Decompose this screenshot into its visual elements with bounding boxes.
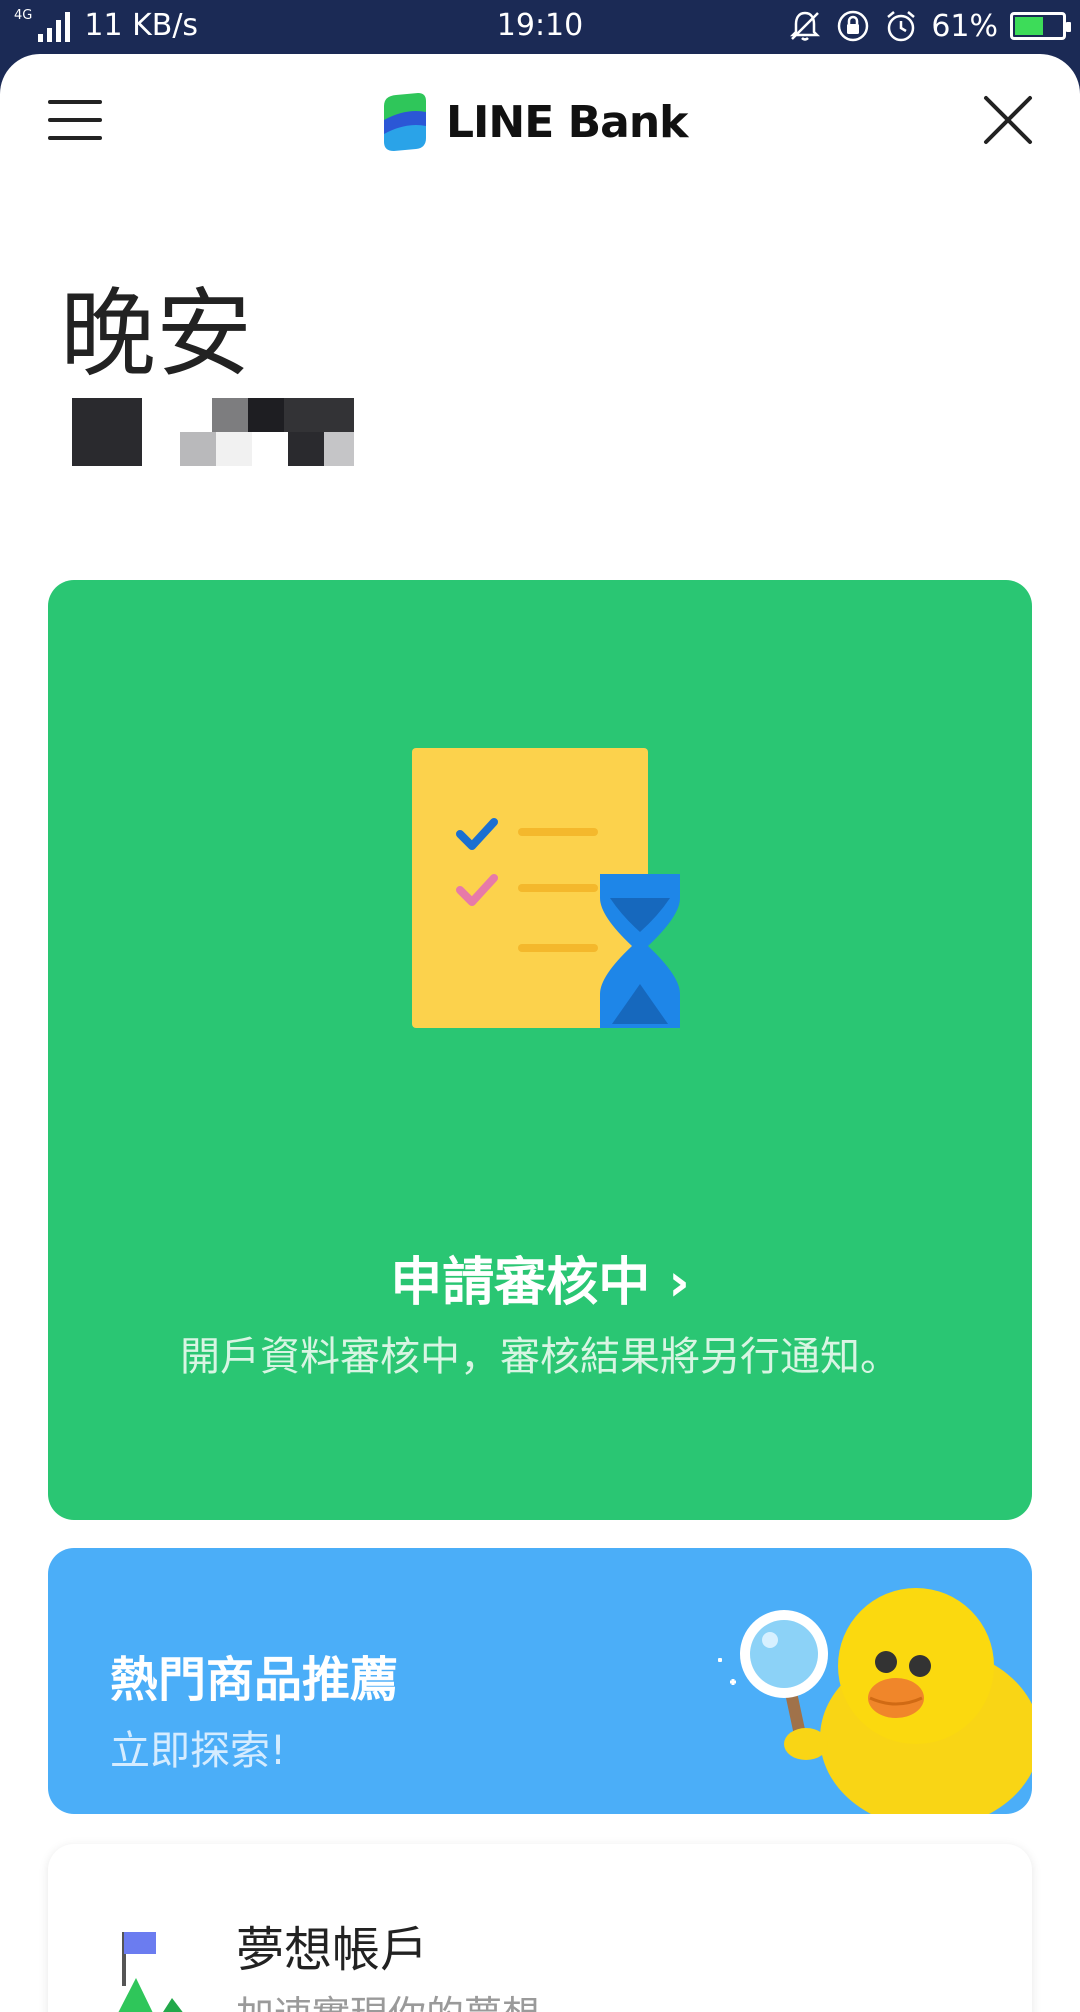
- status-title: 申請審核中 ›: [390, 1253, 690, 1313]
- account-subtitle: 加速實現你的夢想: [236, 1984, 540, 2012]
- close-icon[interactable]: [982, 94, 1034, 146]
- application-status-card[interactable]: 申請審核中 › 開戶資料審核中，審核結果將另行通知。: [48, 580, 1032, 1520]
- battery-percent: 61%: [931, 8, 998, 44]
- main-sheet: LINE Bank 晚安 申請審核中 › 開戶資料審核中，審核結果將另行通知。 …: [0, 54, 1080, 2012]
- top-app-bar: LINE Bank: [0, 54, 1080, 194]
- mountain-flag-icon: [118, 1932, 183, 2012]
- promo-banner[interactable]: 熱門商品推薦 立即探索!: [48, 1548, 1032, 1814]
- status-description: 開戶資料審核中，審核結果將另行通知。: [180, 1334, 900, 1380]
- menu-button[interactable]: [48, 98, 102, 142]
- status-bar: 4G 11 KB/s 19:10 61%: [0, 0, 1080, 56]
- battery-fill: [1015, 17, 1044, 35]
- line-bank-logo: LINE Bank: [378, 92, 688, 152]
- logo-text: LINE Bank: [446, 96, 688, 148]
- user-name-redacted: [70, 398, 360, 488]
- hamburger-menu-icon: [48, 136, 102, 140]
- battery-icon: [1010, 12, 1071, 40]
- line-bank-logo-icon: [384, 93, 426, 151]
- alarm-icon: [887, 11, 916, 42]
- greeting-text: 晚安: [60, 278, 252, 390]
- hamburger-menu-icon: [48, 118, 102, 122]
- account-title: 夢想帳戶: [236, 1922, 429, 1978]
- mute-bell-icon: [790, 11, 821, 41]
- document-hourglass-icon: [412, 748, 680, 1028]
- duck-magnifier-icon: [718, 1588, 1032, 1814]
- rotation-lock-icon: [838, 10, 869, 42]
- status-right: 61%: [787, 8, 1071, 44]
- hamburger-menu-icon: [48, 100, 102, 104]
- promo-title: 熱門商品推薦: [110, 1652, 399, 1708]
- promo-subtitle: 立即探索!: [110, 1728, 287, 1774]
- dream-account-card[interactable]: 夢想帳戶 加速實現你的夢想: [48, 1844, 1032, 2012]
